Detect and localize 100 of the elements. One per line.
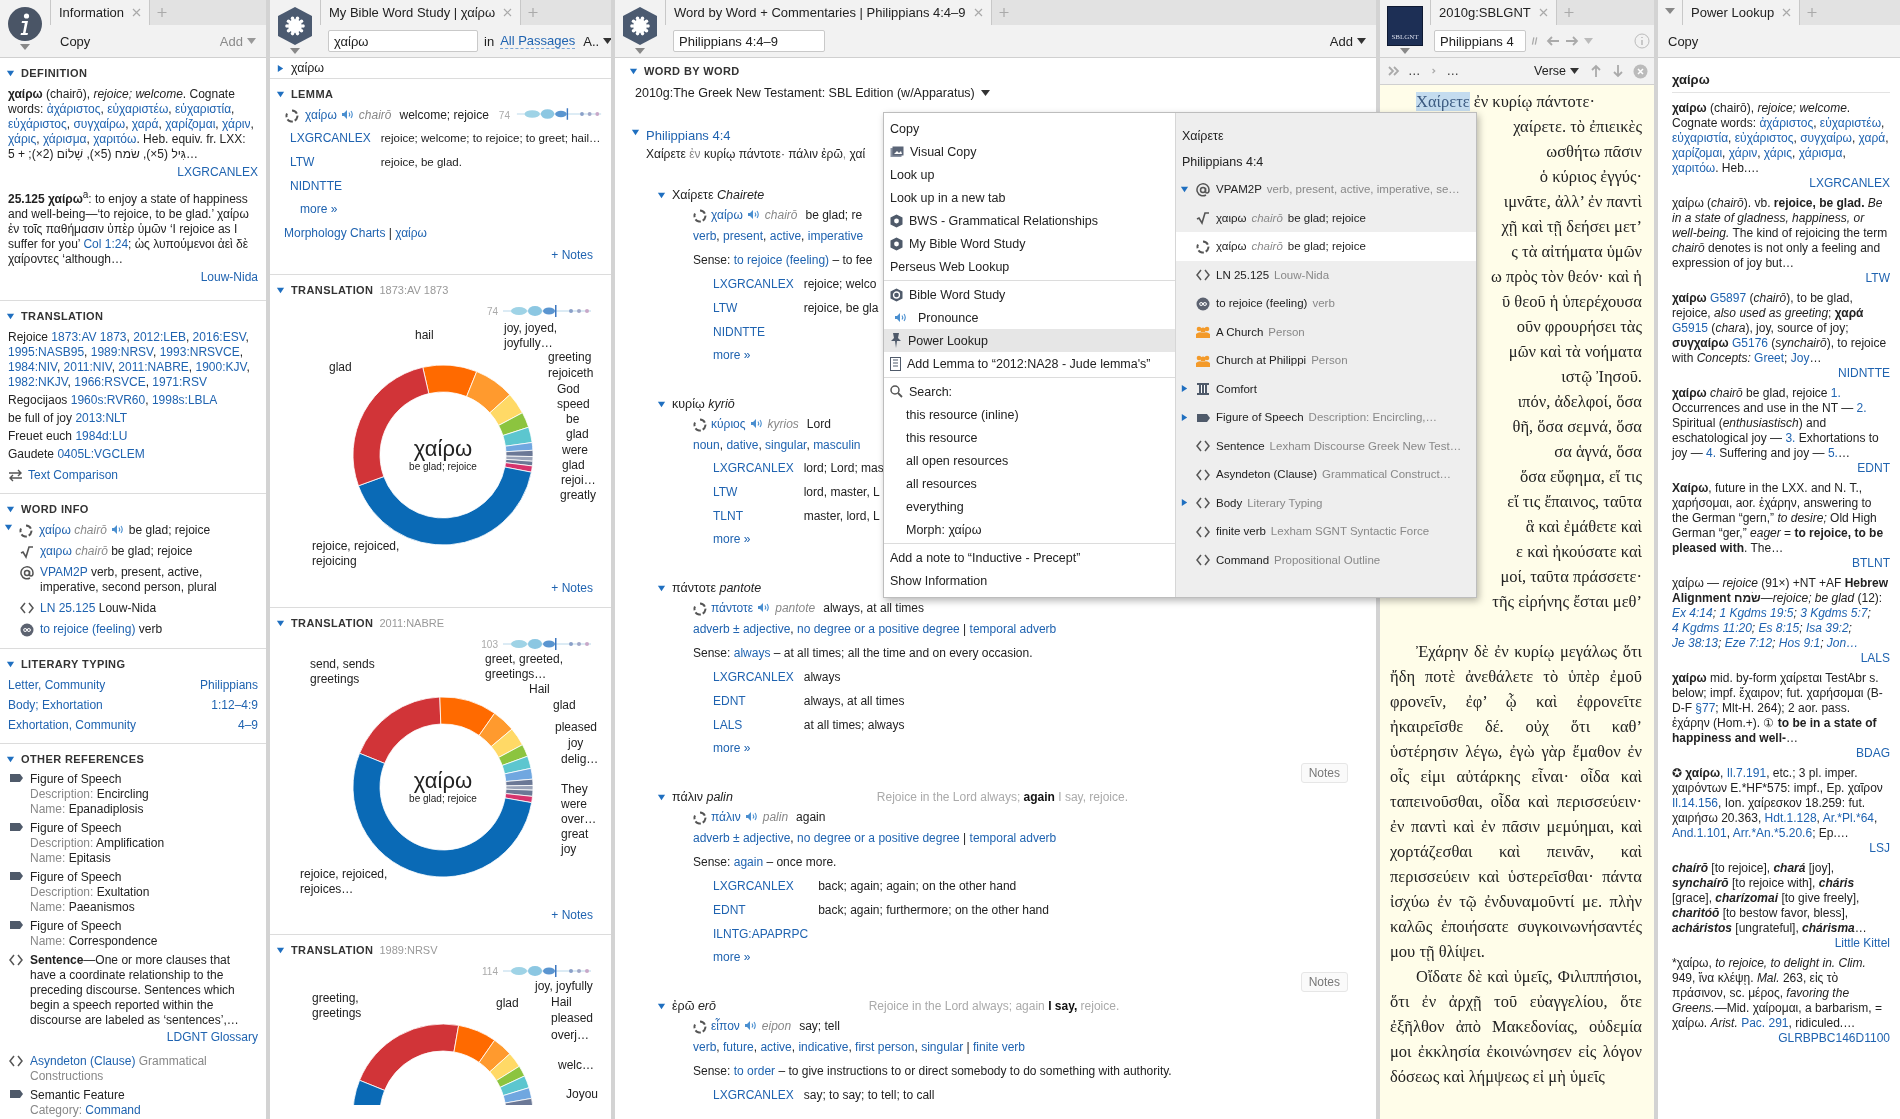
text-comparison-link[interactable]: Text Comparison: [8, 468, 119, 482]
menu-item[interactable]: BWS - Grammatical Relationships: [884, 209, 1175, 232]
link[interactable]: finite verb: [972, 1040, 1025, 1054]
source-link[interactable]: LXGRCANLEX: [1809, 176, 1890, 190]
link[interactable]: χαρά: [131, 117, 159, 131]
speaker-icon[interactable]: [744, 811, 759, 822]
submenu-item[interactable]: A Church Person: [1176, 317, 1476, 346]
link[interactable]: singular: [765, 438, 807, 452]
menu-item[interactable]: Copy: [884, 117, 1175, 140]
source-link[interactable]: BTLNT: [1852, 556, 1890, 570]
submenu-item[interactable]: Command Propositional Outline: [1176, 545, 1476, 574]
menu-item[interactable]: Look up in a new tab: [884, 186, 1175, 209]
link[interactable]: Ar.*Pl.*64: [1822, 811, 1874, 825]
link[interactable]: future: [723, 1040, 754, 1054]
close-icon[interactable]: [503, 8, 513, 17]
link[interactable]: 2016:ESV: [192, 330, 246, 344]
source-link[interactable]: ILNTG:APAPRPC: [713, 927, 809, 941]
caret-icon[interactable]: [1180, 412, 1189, 422]
source-link[interactable]: LXGRCANLEX: [713, 879, 794, 893]
word-heading[interactable]: ἐρῶ erō: [657, 999, 716, 1013]
link[interactable]: to rejoice (feeling): [733, 253, 830, 267]
caret-icon[interactable]: [276, 945, 285, 955]
tab[interactable]: Word by Word + Commentaries | Philippians 4:4–9: [665, 0, 992, 25]
speaker-icon[interactable]: [757, 602, 772, 613]
link[interactable]: πάντοτε: [711, 601, 754, 615]
link[interactable]: χαιρω: [40, 544, 72, 558]
tab[interactable]: Power Lookup: [1682, 0, 1801, 25]
link[interactable]: χάρισμα: [42, 132, 87, 146]
source-link[interactable]: LALS: [713, 718, 743, 732]
link[interactable]: 1984:NIV: [8, 360, 57, 374]
menu-item[interactable]: Power Lookup: [884, 329, 1175, 352]
menu-item[interactable]: Search:: [884, 380, 1175, 403]
source-link[interactable]: NIDNTTE: [290, 179, 342, 193]
menu-item[interactable]: My Bible Word Study: [884, 232, 1175, 255]
link[interactable]: συγχαίρω: [1800, 131, 1852, 145]
link[interactable]: 1873:AV 1873: [51, 330, 127, 344]
submenu-item[interactable]: Figure of Speech Description: Encircling,…: [1176, 403, 1476, 432]
source-link[interactable]: LTW: [713, 485, 738, 499]
speaker-icon[interactable]: [749, 418, 764, 429]
submenu-item[interactable]: Sentence Lexham Discourse Greek New Test…: [1176, 431, 1476, 460]
caret-icon[interactable]: [276, 285, 285, 295]
caret-icon[interactable]: [6, 68, 15, 78]
link[interactable]: 1984d:LU: [75, 429, 128, 443]
source-link[interactable]: EDNT: [713, 903, 746, 917]
source-link[interactable]: Louw-Nida: [200, 270, 258, 284]
link[interactable]: singular: [921, 1040, 964, 1054]
link[interactable]: Joy: [1790, 351, 1810, 365]
caret-icon[interactable]: [6, 311, 15, 321]
link[interactable]: Asyndeton (Clause): [30, 1054, 136, 1068]
caret-icon[interactable]: [4, 523, 13, 532]
menu-item[interactable]: Show Information: [884, 569, 1175, 592]
source-link[interactable]: LXGRCANLEX: [177, 165, 258, 179]
reference-link[interactable]: 1:12–4:9: [211, 698, 258, 712]
more-link[interactable]: more »: [713, 737, 751, 759]
section-header[interactable]: TRANSLATION: [0, 305, 110, 327]
section-header[interactable]: TRANSLATION 1989:NRSV: [270, 939, 444, 961]
source-link[interactable]: LALS: [1860, 651, 1890, 665]
more-link[interactable]: more »: [713, 344, 751, 366]
link[interactable]: And.1.101: [1672, 826, 1727, 840]
menu-caret-icon[interactable]: [1400, 48, 1410, 55]
link[interactable]: χαίρω: [711, 208, 743, 222]
gear-hexagon-icon[interactable]: [277, 6, 313, 46]
caret-icon[interactable]: [276, 618, 285, 628]
caret-icon[interactable]: [1180, 498, 1189, 508]
link[interactable]: Isa 39:2: [1805, 621, 1849, 635]
section-header[interactable]: DEFINITION: [0, 62, 94, 84]
caret-icon[interactable]: [631, 128, 640, 137]
link[interactable]: εὐχάριστος: [8, 117, 67, 131]
layout-button[interactable]: A..: [581, 33, 611, 49]
tab[interactable]: My Bible Word Study | χαίρω: [320, 0, 522, 25]
link[interactable]: always: [733, 646, 771, 660]
section-header[interactable]: OTHER REFERENCES: [0, 748, 151, 770]
speaker-icon[interactable]: [110, 524, 125, 535]
link[interactable]: εἶπον: [711, 1019, 740, 1033]
submenu-item[interactable]: Body Literary Typing: [1176, 488, 1476, 517]
close-icon[interactable]: [132, 8, 142, 17]
source-link[interactable]: LXGRCANLEX: [713, 1088, 794, 1102]
source-link[interactable]: LSJ: [1869, 841, 1890, 855]
link[interactable]: LN 25.125: [40, 601, 96, 615]
section-header[interactable]: TRANSLATION 2011:NABRE: [270, 612, 451, 634]
menu-item[interactable]: Add a note to “Inductive - Precept”: [884, 546, 1175, 569]
caret-icon[interactable]: [6, 504, 15, 514]
link[interactable]: χαίρω: [395, 226, 427, 240]
up-arrow-icon[interactable]: [1589, 64, 1603, 78]
link[interactable]: 1.: [1830, 386, 1841, 400]
reference-link[interactable]: Philippians: [199, 678, 258, 692]
resource-dropdown[interactable]: 2010g:The Greek New Testament: SBL Edition (w/Apparatus): [623, 82, 1002, 104]
view-dropdown[interactable]: Verse: [1532, 64, 1581, 78]
link[interactable]: noun: [693, 438, 720, 452]
link[interactable]: Command: [85, 1103, 141, 1117]
menu-caret-icon[interactable]: [290, 48, 300, 55]
literary-type-link[interactable]: Body; Exhortation: [8, 698, 103, 712]
notes-link[interactable]: + Notes: [551, 908, 593, 922]
close-icon[interactable]: [973, 8, 983, 17]
link[interactable]: Morphology Charts: [284, 226, 386, 240]
link[interactable]: temporal adverb: [969, 831, 1057, 845]
link[interactable]: Jon…: [1826, 636, 1859, 650]
link[interactable]: 3.: [1785, 431, 1796, 445]
literary-type-link[interactable]: Exhortation, Community: [8, 718, 137, 732]
link[interactable]: no degree or a positive degree: [797, 622, 960, 636]
